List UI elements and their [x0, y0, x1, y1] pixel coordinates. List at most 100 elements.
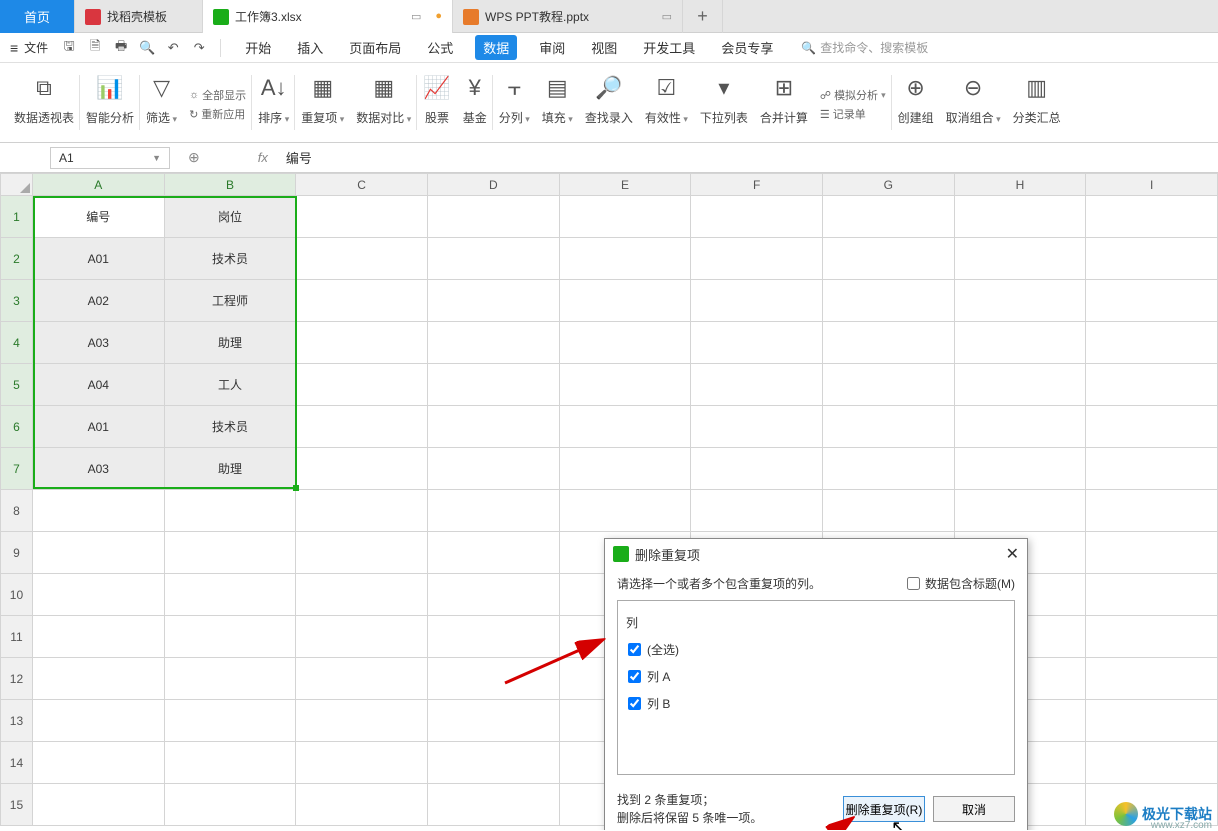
qa-redo-icon[interactable]: ↷ — [188, 37, 210, 59]
row-header[interactable]: 9 — [1, 532, 33, 574]
cell[interactable] — [296, 280, 428, 322]
cell[interactable] — [822, 196, 954, 238]
cell[interactable] — [32, 700, 164, 742]
row-header[interactable]: 4 — [1, 322, 33, 364]
ribbon-showall[interactable]: ☼全部显示 — [189, 87, 246, 103]
cell[interactable] — [691, 322, 823, 364]
cell[interactable] — [691, 196, 823, 238]
cell[interactable]: 助理 — [164, 448, 296, 490]
cell[interactable] — [427, 784, 559, 826]
cell[interactable] — [32, 784, 164, 826]
cell[interactable] — [559, 448, 691, 490]
row-header[interactable]: 5 — [1, 364, 33, 406]
cell[interactable]: 技术员 — [164, 406, 296, 448]
spreadsheet-grid[interactable]: ABCDEFGHI1编号岗位2A01技术员3A02工程师4A03助理5A04工人… — [0, 173, 1218, 830]
command-search[interactable]: 🔍 查找命令、搜索模板 — [801, 39, 928, 56]
formula-value[interactable]: 编号 — [286, 148, 312, 167]
cell[interactable] — [164, 616, 296, 658]
cell[interactable] — [296, 196, 428, 238]
row-header[interactable]: 15 — [1, 784, 33, 826]
header-checkbox[interactable]: 数据包含标题(M) — [907, 575, 1015, 592]
cell[interactable] — [691, 238, 823, 280]
cell[interactable] — [427, 448, 559, 490]
ribbon-smart[interactable]: 📊智能分析 — [80, 67, 140, 142]
ribbon-tab-review[interactable]: 审阅 — [535, 34, 569, 61]
cell[interactable] — [559, 490, 691, 532]
ribbon-subtotal[interactable]: ▥分类汇总 — [1007, 67, 1067, 142]
row-header[interactable]: 11 — [1, 616, 33, 658]
cell[interactable] — [822, 280, 954, 322]
ribbon-fill[interactable]: ▤填充 — [536, 67, 579, 142]
row-header[interactable]: 3 — [1, 280, 33, 322]
ribbon-stock[interactable]: 📈股票 — [417, 67, 456, 142]
row-header[interactable]: 1 — [1, 196, 33, 238]
ribbon-tab-member[interactable]: 会员专享 — [717, 34, 777, 61]
ribbon-tab-formula[interactable]: 公式 — [423, 34, 457, 61]
cell[interactable] — [296, 448, 428, 490]
zoom-icon[interactable]: ⊕ — [188, 149, 200, 166]
cell[interactable] — [822, 490, 954, 532]
ribbon-reapply[interactable]: ↻重新应用 — [189, 106, 246, 122]
tab-docer[interactable]: 找稻壳模板 — [75, 0, 203, 33]
cell[interactable] — [1086, 700, 1218, 742]
ribbon-sort[interactable]: A↓排序 — [252, 67, 295, 142]
cell[interactable] — [691, 280, 823, 322]
cell[interactable] — [954, 238, 1086, 280]
ribbon-compare[interactable]: ▦数据对比 — [350, 67, 417, 142]
cell[interactable] — [1086, 574, 1218, 616]
ribbon-lookup[interactable]: 🔎查找录入 — [579, 67, 639, 142]
col-header[interactable]: B — [164, 174, 296, 196]
cell[interactable] — [559, 364, 691, 406]
cell[interactable] — [954, 406, 1086, 448]
cell[interactable] — [427, 532, 559, 574]
cell[interactable] — [1086, 196, 1218, 238]
col-header[interactable]: G — [822, 174, 954, 196]
qa-print-icon[interactable]: 🖶 — [110, 37, 132, 59]
cell[interactable] — [32, 532, 164, 574]
cell[interactable] — [32, 616, 164, 658]
cell[interactable] — [954, 322, 1086, 364]
cell[interactable] — [296, 406, 428, 448]
cell[interactable] — [164, 658, 296, 700]
list-item[interactable]: (全选) — [626, 636, 1006, 663]
cell[interactable] — [296, 658, 428, 700]
cell[interactable] — [164, 574, 296, 616]
tab-home[interactable]: 首页 — [0, 0, 75, 33]
ribbon-split[interactable]: ⫟分列 — [493, 67, 536, 142]
cell[interactable] — [427, 364, 559, 406]
close-icon[interactable]: ✕ — [1006, 544, 1019, 564]
cell[interactable] — [32, 742, 164, 784]
cell[interactable] — [954, 196, 1086, 238]
cell[interactable] — [954, 364, 1086, 406]
ribbon-pivot[interactable]: ⧉数据透视表 — [8, 67, 80, 142]
cell[interactable] — [1086, 616, 1218, 658]
cell[interactable] — [822, 448, 954, 490]
cell[interactable] — [296, 364, 428, 406]
cell[interactable] — [32, 490, 164, 532]
cell[interactable] — [1086, 280, 1218, 322]
cell[interactable]: A02 — [32, 280, 164, 322]
cell[interactable] — [954, 280, 1086, 322]
cell[interactable] — [427, 490, 559, 532]
cell[interactable] — [1086, 532, 1218, 574]
cell[interactable] — [427, 238, 559, 280]
cell[interactable] — [296, 490, 428, 532]
cell[interactable] — [296, 238, 428, 280]
cell[interactable] — [559, 322, 691, 364]
ribbon-consolidate[interactable]: ⊞合并计算 — [754, 67, 814, 142]
cell[interactable]: A03 — [32, 322, 164, 364]
cell[interactable] — [164, 532, 296, 574]
cell[interactable] — [164, 742, 296, 784]
cell[interactable] — [164, 784, 296, 826]
ribbon-fund[interactable]: ¥基金 — [457, 67, 493, 142]
col-header[interactable]: F — [691, 174, 823, 196]
checkbox-col-a[interactable] — [628, 670, 641, 683]
row-header[interactable]: 14 — [1, 742, 33, 784]
cell[interactable] — [559, 280, 691, 322]
fx-icon[interactable]: fx — [258, 150, 268, 165]
cell[interactable] — [822, 238, 954, 280]
cell[interactable] — [1086, 742, 1218, 784]
cell[interactable] — [296, 532, 428, 574]
ribbon-tab-view[interactable]: 视图 — [587, 34, 621, 61]
col-header[interactable]: I — [1086, 174, 1218, 196]
